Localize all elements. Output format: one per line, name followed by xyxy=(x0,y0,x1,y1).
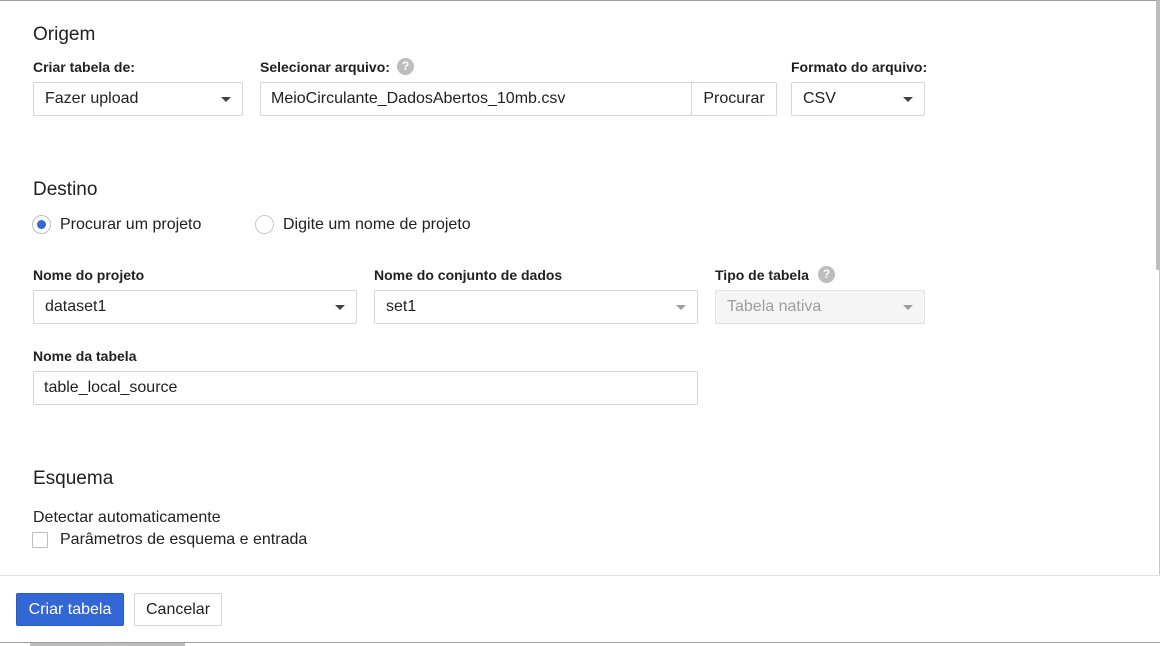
schema-params-checkbox[interactable] xyxy=(32,532,48,548)
schema-params-checkbox-row[interactable]: Parâmetros de esquema e entrada xyxy=(32,531,307,549)
schema-params-label: Parâmetros de esquema e entrada xyxy=(60,531,308,548)
dataset-name-label: Nome do conjunto de dados xyxy=(374,267,563,283)
table-name-field[interactable]: table_local_source xyxy=(33,371,698,405)
radio-type-project[interactable]: Digite um nome de projeto xyxy=(255,215,471,234)
chevron-down-icon xyxy=(903,97,913,102)
chevron-down-icon xyxy=(335,305,345,310)
chevron-down-icon xyxy=(903,305,913,310)
auto-detect-label: Detectar automaticamente xyxy=(33,509,221,526)
radio-button-checked[interactable] xyxy=(32,215,51,234)
chevron-down-icon xyxy=(676,305,686,310)
create-from-select[interactable]: Fazer upload xyxy=(33,82,243,116)
radio-search-project-label: Procurar um projeto xyxy=(60,215,202,233)
section-title-schema: Esquema xyxy=(33,468,114,489)
project-name-label: Nome do projeto xyxy=(33,267,145,283)
table-type-value: Tabela nativa xyxy=(727,298,822,315)
dataset-name-value: set1 xyxy=(386,298,417,315)
project-name-value: dataset1 xyxy=(45,298,107,315)
section-title-destination: Destino xyxy=(33,179,98,200)
section-title-origin: Origem xyxy=(33,24,96,45)
file-format-select[interactable]: CSV xyxy=(791,82,925,116)
browse-button[interactable]: Procurar xyxy=(691,82,777,116)
file-path-value: MeioCirculante_DadosAbertos_10mb.csv xyxy=(271,90,566,107)
create-table-button[interactable]: Criar tabela xyxy=(16,593,124,626)
radio-button-unchecked[interactable] xyxy=(255,215,274,234)
create-from-value: Fazer upload xyxy=(45,90,139,107)
project-name-select[interactable]: dataset1 xyxy=(33,290,357,324)
create-from-label: Criar tabela de: xyxy=(33,59,135,75)
help-icon[interactable]: ? xyxy=(397,58,414,75)
file-path-field[interactable]: MeioCirculante_DadosAbertos_10mb.csv xyxy=(260,82,692,116)
table-name-label: Nome da tabela xyxy=(33,348,137,364)
scrollbar[interactable] xyxy=(1156,0,1160,270)
table-type-label: Tipo de tabela xyxy=(715,267,809,283)
table-type-select: Tabela nativa xyxy=(715,290,925,324)
chevron-down-icon xyxy=(221,97,231,102)
dataset-name-select[interactable]: set1 xyxy=(374,290,698,324)
file-format-label: Formato do arquivo: xyxy=(791,59,928,75)
radio-type-project-label: Digite um nome de projeto xyxy=(283,215,471,233)
table-name-value: table_local_source xyxy=(44,379,178,396)
help-icon[interactable]: ? xyxy=(818,266,835,283)
select-file-label: Selecionar arquivo: xyxy=(260,59,390,75)
file-format-value: CSV xyxy=(803,90,836,107)
radio-search-project[interactable]: Procurar um projeto xyxy=(32,215,201,234)
cancel-button[interactable]: Cancelar xyxy=(134,593,222,626)
